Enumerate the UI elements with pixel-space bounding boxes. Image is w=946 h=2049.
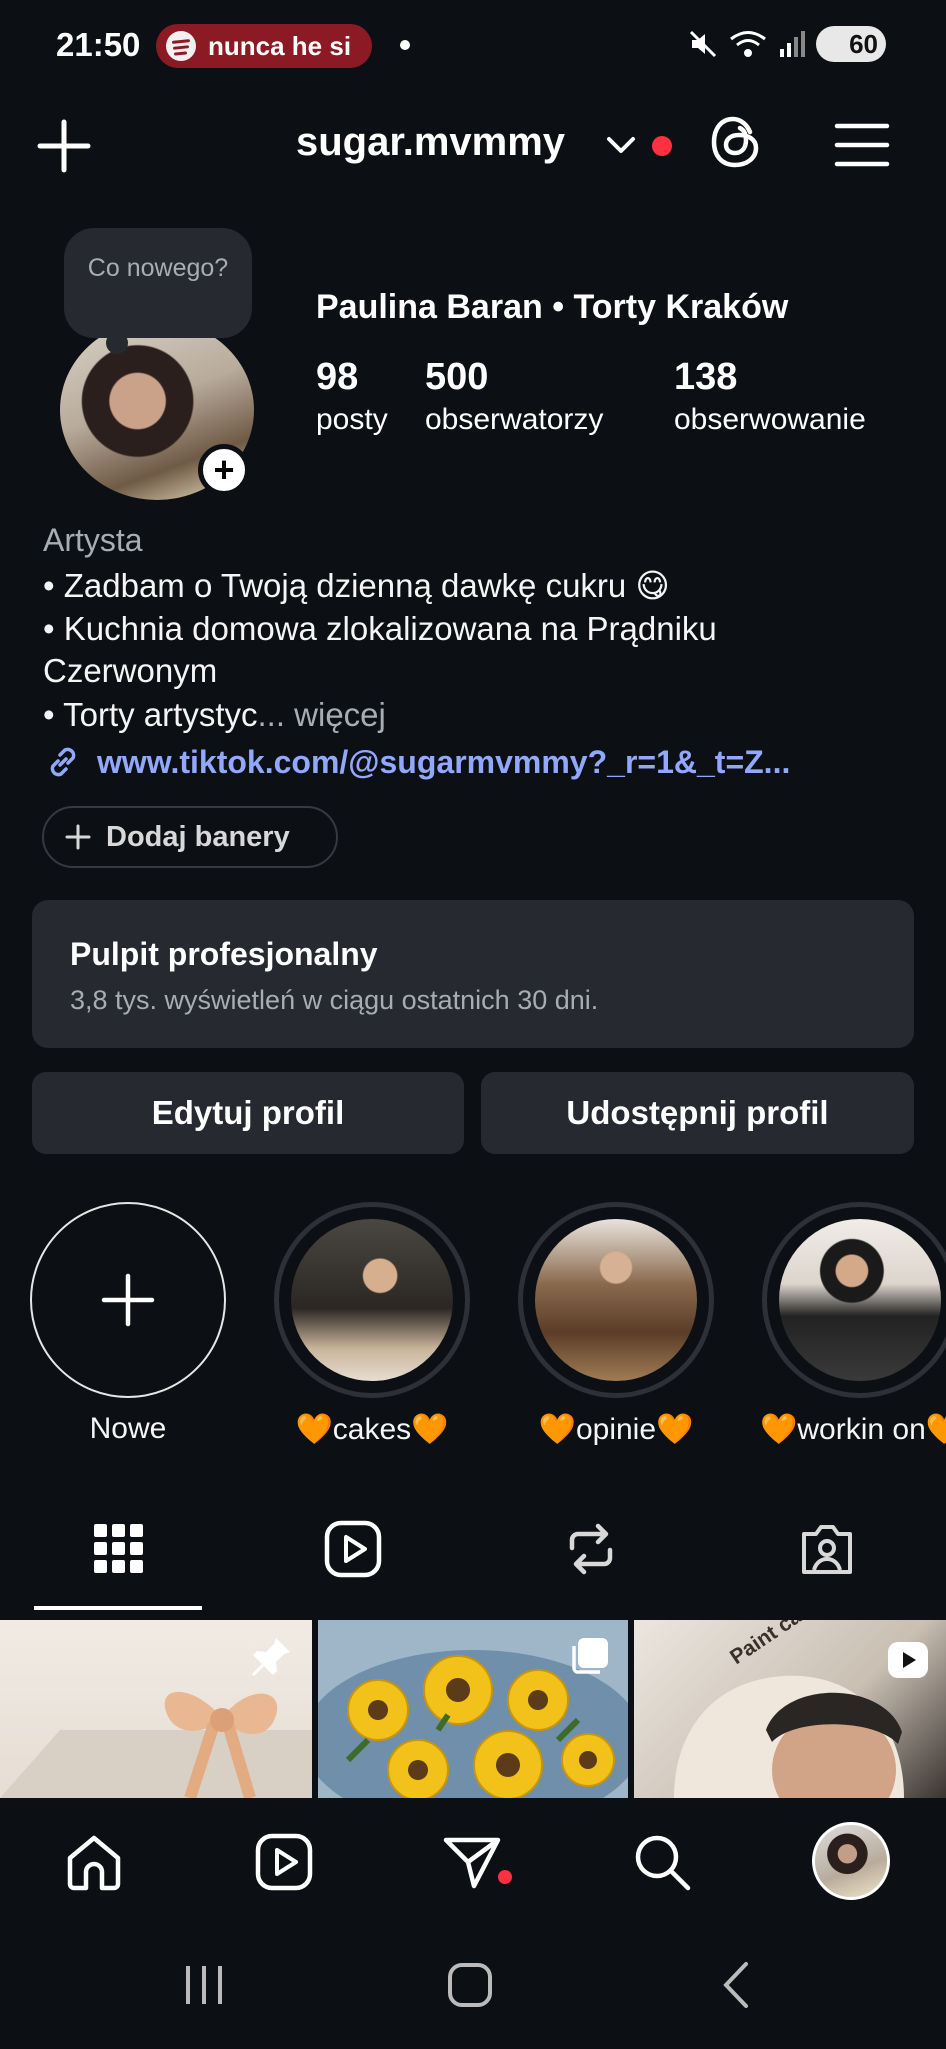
send-icon[interactable] <box>440 1830 504 1894</box>
plus-icon <box>101 1273 155 1327</box>
recents-icon[interactable] <box>174 1960 234 2010</box>
bio-line-truncated: • Torty artystyc... więcej <box>43 696 386 733</box>
threads-icon[interactable] <box>706 112 766 172</box>
post-thumbnail[interactable] <box>0 1620 312 1798</box>
highlight-label: 🧡opinie🧡 <box>538 1413 694 1446</box>
highlight-ring <box>30 1202 226 1398</box>
plus-icon <box>65 824 91 850</box>
highlight-ring <box>762 1202 946 1398</box>
pin-icon <box>252 1638 290 1676</box>
signal-icon <box>780 31 805 57</box>
highlight-cover <box>291 1219 453 1381</box>
active-tab-indicator <box>34 1606 202 1610</box>
mute-icon <box>689 30 717 58</box>
bio-line: Czerwonym <box>43 652 218 689</box>
battery-indicator: 60 <box>816 26 886 62</box>
highlight-ring <box>274 1202 470 1398</box>
tagged-icon[interactable] <box>796 1518 858 1580</box>
add-banners-button[interactable]: Dodaj banery <box>42 806 338 868</box>
chevron-down-icon[interactable] <box>604 130 638 160</box>
highlight-cakes[interactable]: 🧡cakes🧡 <box>272 1202 472 1447</box>
stat-followers[interactable]: 500 obserwatorzy <box>425 356 603 437</box>
grid-icon[interactable] <box>88 1518 150 1580</box>
bio-line: • Kuchnia domowa zlokalizowana na Prądni… <box>43 610 717 647</box>
stat-following[interactable]: 138 obserwowanie <box>674 356 866 437</box>
edit-profile-button[interactable]: Edytuj profil <box>32 1072 464 1154</box>
carousel-icon <box>572 1638 608 1674</box>
wifi-icon <box>730 31 766 57</box>
highlight-workin-on[interactable]: 🧡workin on🧡 <box>760 1202 946 1447</box>
media-title: nunca he si <box>208 30 352 61</box>
messages-notification-dot <box>498 1870 512 1884</box>
status-time: 21:50 <box>56 26 141 63</box>
post-thumbnail[interactable]: Paint cake with me <box>634 1620 946 1798</box>
plus-icon[interactable] <box>34 116 94 176</box>
note-bubble[interactable]: Co nowego? <box>64 228 252 354</box>
media-pill[interactable]: nunca he si <box>156 24 372 68</box>
post-thumbnail[interactable] <box>318 1620 628 1798</box>
profile-category: Artysta <box>43 522 143 558</box>
notification-dot <box>400 40 410 50</box>
reels-icon[interactable] <box>322 1518 384 1580</box>
dashboard-subtitle: 3,8 tys. wyświetleń w ciągu ostatnich 30… <box>70 985 599 1015</box>
back-icon[interactable] <box>706 1960 766 2010</box>
search-icon[interactable] <box>630 1830 694 1894</box>
spotify-icon <box>166 31 196 61</box>
highlight-ring <box>518 1202 714 1398</box>
display-name: Paulina Baran • Torty Kraków <box>316 288 789 326</box>
bio-link[interactable]: www.tiktok.com/@sugarmvmmy?_r=1&_t=Z... <box>43 742 790 782</box>
dashboard-title: Pulpit profesjonalny <box>70 936 378 972</box>
account-username[interactable]: sugar.mvmmy <box>296 120 565 165</box>
link-icon <box>50 747 76 777</box>
account-notification-dot <box>652 136 672 156</box>
reels-icon <box>888 1642 928 1678</box>
add-story-icon[interactable]: + <box>198 444 250 496</box>
status-icons: 60 <box>688 26 886 62</box>
home-icon[interactable] <box>62 1830 126 1894</box>
highlight-cover <box>535 1219 697 1381</box>
highlight-label: 🧡workin on🧡 <box>760 1413 946 1446</box>
share-profile-button[interactable]: Udostępnij profil <box>481 1072 914 1154</box>
repost-icon[interactable] <box>560 1518 622 1580</box>
highlight-label: 🧡cakes🧡 <box>295 1413 449 1446</box>
menu-icon[interactable] <box>834 120 890 170</box>
stat-posts[interactable]: 98 posty <box>316 356 388 437</box>
home-button-icon[interactable] <box>440 1960 500 2010</box>
highlight-label: Nowe <box>89 1412 167 1445</box>
highlight-opinie[interactable]: 🧡opinie🧡 <box>516 1202 716 1447</box>
professional-dashboard-card[interactable]: Pulpit profesjonalny 3,8 tys. wyświetleń… <box>32 900 914 1048</box>
highlight-new[interactable]: Nowe <box>28 1202 228 1446</box>
reels-icon[interactable] <box>252 1830 316 1894</box>
more-link[interactable]: ... więcej <box>257 696 385 733</box>
profile-tab-avatar[interactable] <box>812 1822 890 1900</box>
bio-line: • Zadbam o Twoją dzienną dawkę cukru 😋 <box>43 567 670 604</box>
highlight-cover <box>779 1219 941 1381</box>
